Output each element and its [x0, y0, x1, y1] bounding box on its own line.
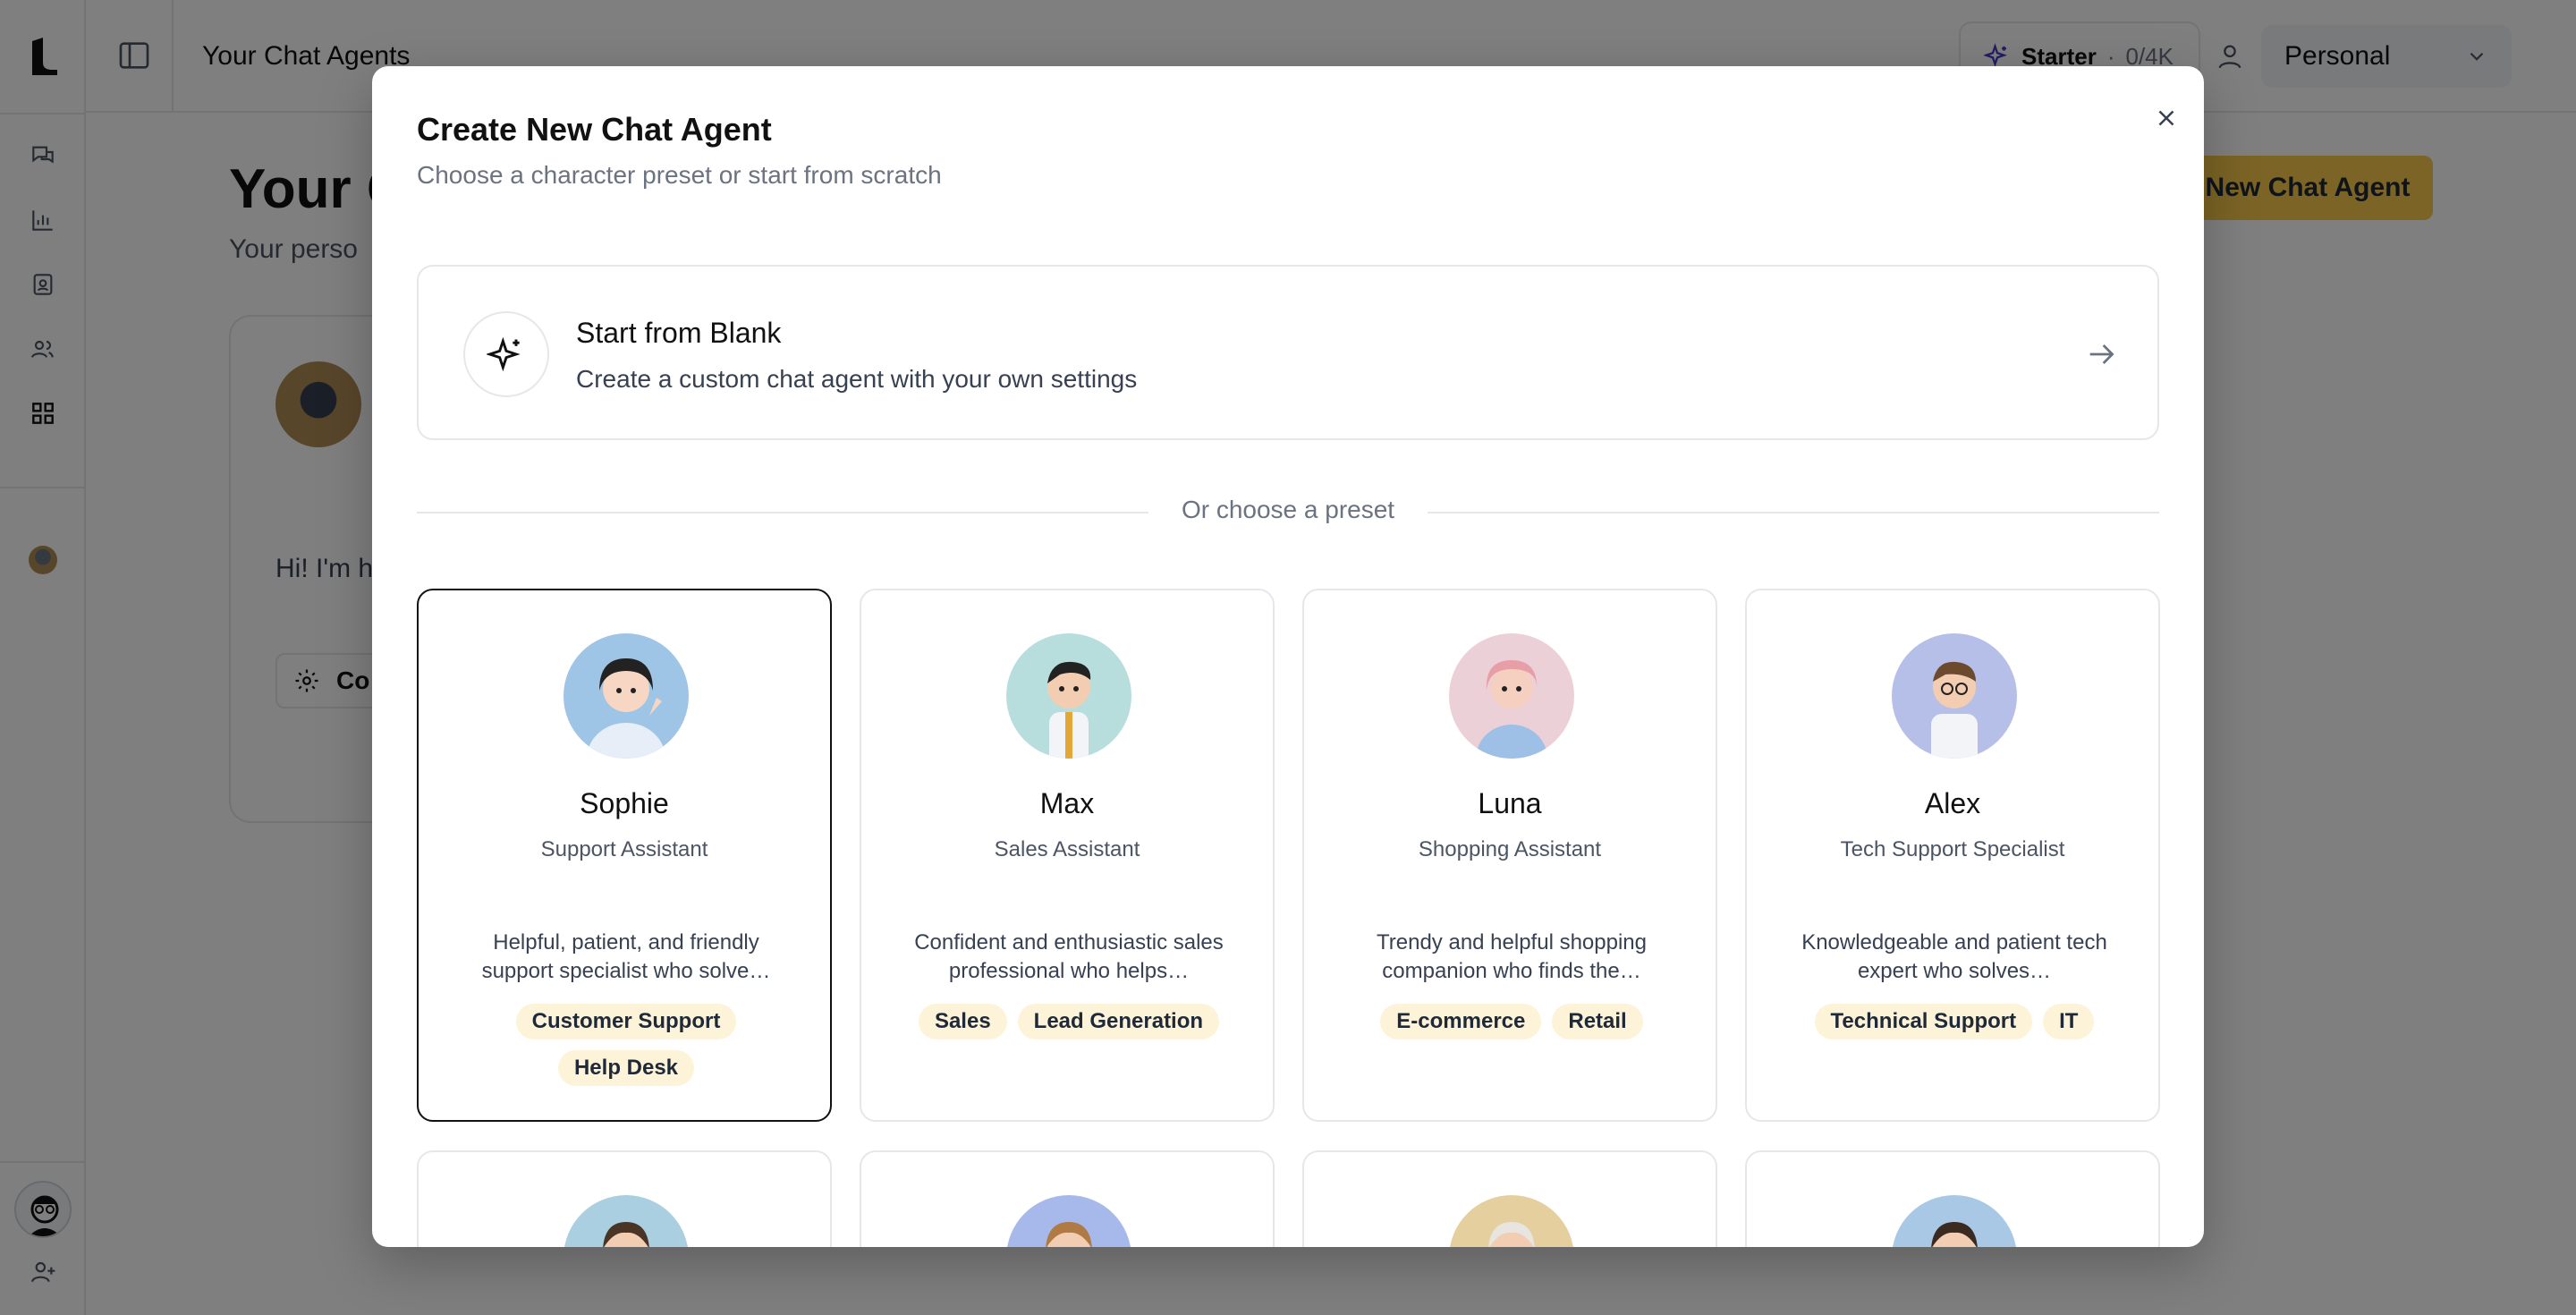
- max-avatar: [1006, 633, 1131, 759]
- start-from-blank-card[interactable]: Start from Blank Create a custom chat ag…: [417, 265, 2159, 440]
- preset-name: Max: [1039, 787, 1095, 819]
- preset-tag: Customer Support: [515, 1004, 737, 1039]
- preset-tags: Technical Support IT: [1774, 1004, 2135, 1039]
- preset-name: Alex: [1924, 787, 1981, 819]
- preset-tag: Technical Support: [1814, 1004, 2033, 1039]
- preset-card-max[interactable]: Max Sales Assistant Confident and enthus…: [860, 589, 1275, 1122]
- arrow-right-icon: [2084, 336, 2120, 372]
- close-button[interactable]: [2147, 98, 2186, 138]
- preset-tags: Customer Support Help Desk: [445, 1004, 807, 1086]
- preset-tag: Sales: [918, 1004, 1007, 1039]
- create-agent-modal: Create New Chat Agent Choose a character…: [372, 66, 2204, 1247]
- preset-description: Knowledgeable and patient tech expert wh…: [1801, 930, 2107, 983]
- preset-name: Sophie: [580, 787, 669, 819]
- close-icon: [2158, 110, 2174, 126]
- preset-tags: Sales Lead Generation: [888, 1004, 1250, 1039]
- preset-role: Support Assistant: [540, 837, 708, 861]
- preset-description: Confident and enthusiastic sales profess…: [914, 930, 1224, 983]
- preset-role: Tech Support Specialist: [1840, 837, 2065, 861]
- preset-card[interactable]: [860, 1150, 1275, 1247]
- preset-card[interactable]: [1302, 1150, 1717, 1247]
- preset-tag: IT: [2043, 1004, 2095, 1039]
- preset-avatar: [1006, 1195, 1131, 1247]
- sophie-avatar: [564, 633, 689, 759]
- preset-divider-label: Or choose a preset: [1148, 496, 1428, 524]
- preset-role: Shopping Assistant: [1418, 837, 1602, 861]
- preset-avatar: [564, 1195, 689, 1247]
- preset-role: Sales Assistant: [994, 837, 1140, 861]
- sparkle-icon: [487, 336, 521, 372]
- preset-card-sophie[interactable]: Sophie Support Assistant Helpful, patien…: [417, 589, 832, 1122]
- preset-tag: Retail: [1552, 1004, 1643, 1039]
- preset-name: Luna: [1478, 787, 1542, 819]
- preset-avatar: [1449, 1195, 1574, 1247]
- preset-avatar: [1892, 1195, 2017, 1247]
- blank-icon-wrap: [463, 311, 549, 397]
- modal-title: Create New Chat Agent: [417, 111, 772, 148]
- preset-description: Helpful, patient, and friendly support s…: [481, 930, 771, 983]
- preset-card[interactable]: [1745, 1150, 2160, 1247]
- preset-tag: Help Desk: [557, 1050, 695, 1086]
- alex-avatar: [1892, 633, 2017, 759]
- modal-subtitle: Choose a character preset or start from …: [417, 161, 942, 189]
- preset-card[interactable]: [417, 1150, 832, 1247]
- preset-tags: E-commerce Retail: [1331, 1004, 1692, 1039]
- preset-tag: E-commerce: [1380, 1004, 1542, 1039]
- preset-tag: Lead Generation: [1017, 1004, 1220, 1039]
- blank-description: Create a custom chat agent with your own…: [576, 365, 1138, 393]
- luna-avatar: [1449, 633, 1574, 759]
- preset-card-luna[interactable]: Luna Shopping Assistant Trendy and helpf…: [1302, 589, 1717, 1122]
- preset-card-alex[interactable]: Alex Tech Support Specialist Knowledgeab…: [1745, 589, 2160, 1122]
- preset-description: Trendy and helpful shopping companion wh…: [1377, 930, 1647, 983]
- blank-title: Start from Blank: [576, 317, 782, 349]
